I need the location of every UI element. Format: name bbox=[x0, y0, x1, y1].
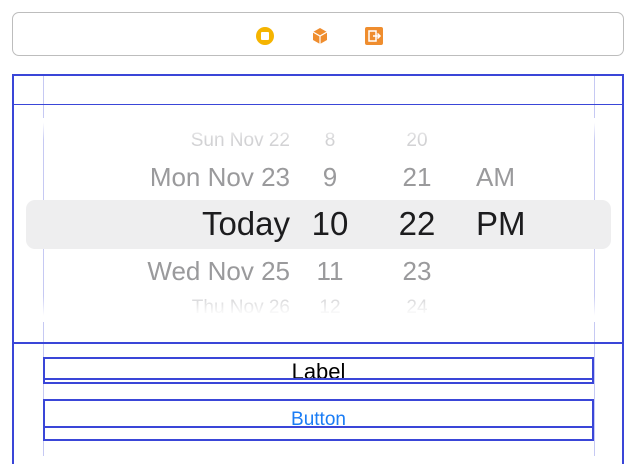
picker-minute-option[interactable]: 24 bbox=[387, 298, 447, 317]
picker-minute-option[interactable]: 21 bbox=[387, 164, 447, 190]
exit-icon[interactable] bbox=[365, 27, 383, 45]
picker-hour-option[interactable]: 12 bbox=[300, 298, 360, 317]
picker-hour-option[interactable]: 8 bbox=[300, 131, 360, 150]
layout-margin-guide-right bbox=[594, 76, 595, 456]
button-baseline-guide bbox=[43, 426, 594, 428]
picker-day-option[interactable]: Wed Nov 25 bbox=[147, 258, 290, 284]
picker-day-option[interactable]: Thu Nov 26 bbox=[192, 298, 290, 317]
picker-hour-option[interactable]: 9 bbox=[300, 164, 360, 190]
safe-area-guide-top bbox=[14, 104, 622, 105]
picker-ampm-option[interactable]: AM bbox=[476, 164, 515, 190]
picker-hour-selected[interactable]: 10 bbox=[300, 207, 360, 240]
label-baseline-guide bbox=[43, 378, 594, 380]
picker-ampm-selected[interactable]: PM bbox=[476, 207, 526, 240]
label: Label bbox=[291, 359, 346, 384]
picker-minute-option[interactable]: 23 bbox=[387, 258, 447, 284]
picker-day-option[interactable]: Mon Nov 23 bbox=[150, 164, 290, 190]
picker-minute-selected[interactable]: 22 bbox=[387, 207, 447, 240]
view-controller-icon[interactable] bbox=[256, 27, 274, 45]
picker-day-selected[interactable]: Today bbox=[202, 207, 290, 240]
picker-minute-option[interactable]: 20 bbox=[387, 131, 447, 150]
picker-day-option[interactable]: Sun Nov 22 bbox=[191, 131, 290, 150]
scene-dock bbox=[12, 12, 624, 56]
date-picker-bottom-edge bbox=[14, 342, 622, 344]
first-responder-icon[interactable] bbox=[311, 27, 329, 45]
picker-hour-option[interactable]: 11 bbox=[300, 258, 360, 284]
